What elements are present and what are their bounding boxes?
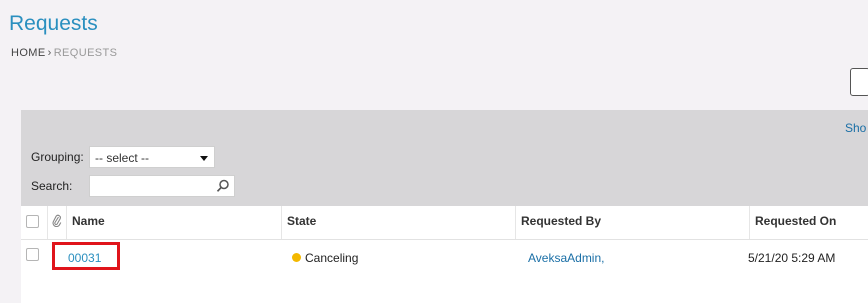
column-divider (281, 206, 282, 239)
row-checkbox[interactable] (26, 248, 39, 261)
column-divider (749, 206, 750, 239)
grouping-label: Grouping: (31, 150, 84, 164)
column-divider (47, 206, 48, 239)
request-state: Canceling (305, 251, 359, 265)
column-divider (515, 206, 516, 239)
column-header-requested-by[interactable]: Requested By (521, 214, 601, 228)
requested-on: 5/21/20 5:29 AM (748, 251, 836, 265)
show-link[interactable]: Sho (845, 121, 866, 135)
column-divider (66, 206, 67, 239)
column-header-requested-on[interactable]: Requested On (755, 214, 836, 228)
state-indicator (292, 253, 301, 262)
breadcrumb: HOME › REQUESTS (11, 47, 117, 59)
chevron-down-icon (200, 156, 208, 161)
column-header-name[interactable]: Name (72, 214, 105, 228)
breadcrumb-home[interactable]: HOME (11, 47, 46, 59)
paperclip-icon (52, 214, 62, 232)
requested-by-link[interactable]: AveksaAdmin, (528, 251, 604, 265)
select-all-checkbox[interactable] (26, 215, 39, 228)
toolbar-action-button[interactable] (850, 68, 868, 96)
highlight-box (52, 242, 120, 270)
search-icon[interactable] (216, 179, 230, 198)
breadcrumb-current: REQUESTS (53, 47, 118, 59)
search-input[interactable] (94, 177, 218, 197)
table-header (21, 206, 868, 240)
search-field (89, 175, 235, 197)
grouping-select[interactable]: -- select -- (89, 146, 215, 168)
grouping-select-value: -- select -- (95, 151, 149, 165)
page-title: Requests (9, 12, 98, 35)
column-header-state[interactable]: State (287, 214, 316, 228)
breadcrumb-separator: › (47, 47, 52, 59)
search-label: Search: (31, 179, 73, 193)
